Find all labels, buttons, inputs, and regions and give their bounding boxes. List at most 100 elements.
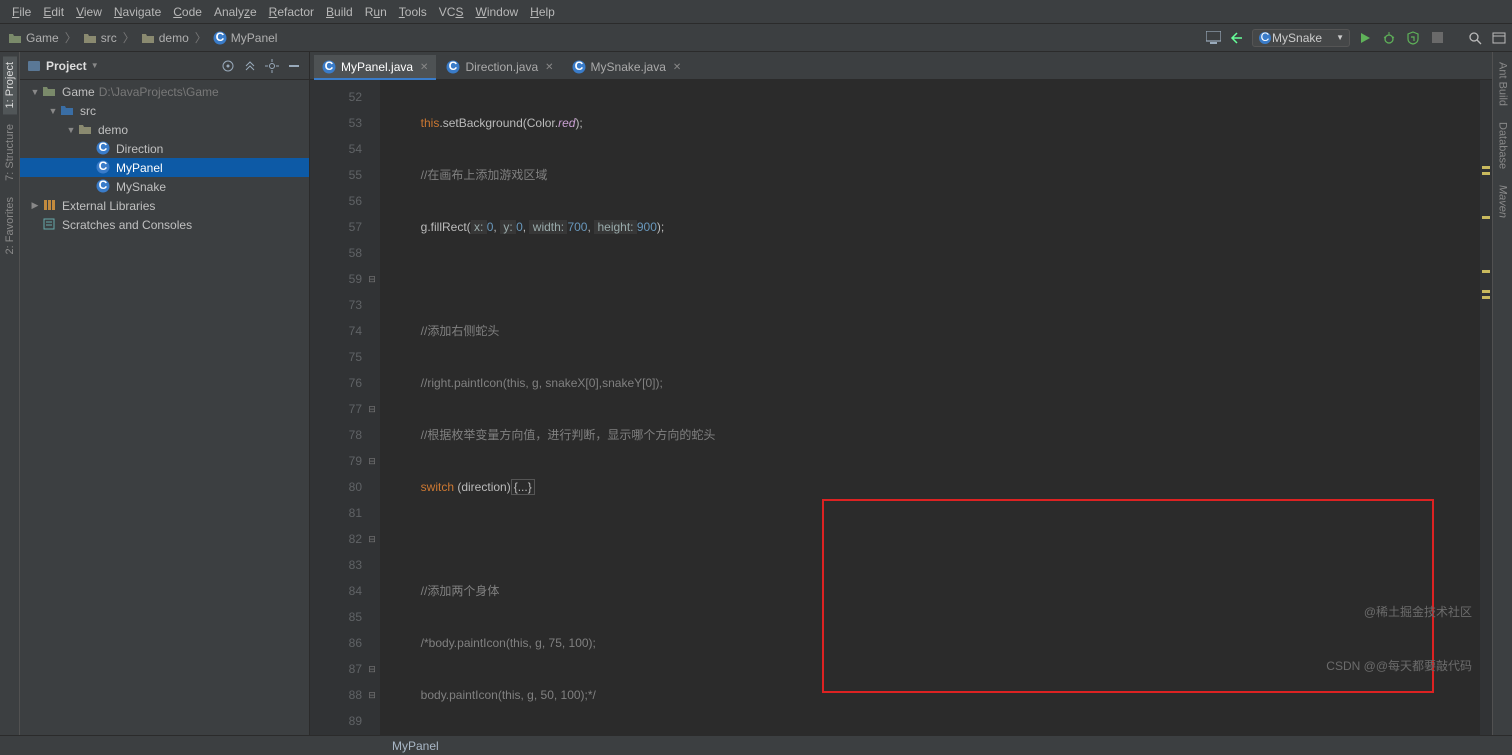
line-number[interactable]: 75 [310, 344, 362, 370]
error-stripe[interactable] [1480, 80, 1492, 735]
hide-icon[interactable] [285, 57, 303, 75]
sidetab-1-project[interactable]: 1: Project [3, 56, 17, 114]
project-tree[interactable]: ▼GameD:\JavaProjects\Game▼src▼demoCDirec… [20, 80, 309, 735]
browser-icon[interactable] [1490, 29, 1508, 47]
line-number[interactable]: 88 [310, 682, 362, 708]
stripe-mark[interactable] [1482, 290, 1490, 293]
stop-icon[interactable] [1428, 29, 1446, 47]
crumb-src[interactable]: src [79, 31, 121, 45]
menu-view[interactable]: View [70, 5, 108, 19]
menu-file[interactable]: File [6, 5, 37, 19]
run-icon[interactable] [1356, 29, 1374, 47]
back-icon[interactable] [1228, 29, 1246, 47]
stripe-mark[interactable] [1482, 172, 1490, 175]
run-config[interactable]: C MySnake ▼ [1252, 29, 1350, 47]
menu-run[interactable]: Run [359, 5, 393, 19]
bottom-crumb[interactable]: MyPanel [392, 739, 439, 753]
stripe-mark[interactable] [1482, 216, 1490, 219]
line-number[interactable]: 79 [310, 448, 362, 474]
debug-icon[interactable] [1380, 29, 1398, 47]
crumb-game[interactable]: Game [4, 31, 63, 45]
toolbar: C MySnake ▼ [1204, 29, 1508, 47]
chevron-down-icon[interactable]: ▼ [91, 61, 99, 70]
crumb-mypanel[interactable]: CMyPanel [209, 31, 282, 45]
line-number[interactable]: 55 [310, 162, 362, 188]
menu-navigate[interactable]: Navigate [108, 5, 167, 19]
line-number[interactable]: 84 [310, 578, 362, 604]
svg-text:C: C [1261, 31, 1270, 44]
line-number[interactable]: 74 [310, 318, 362, 344]
code-area[interactable]: this.setBackground(Color.red); //在画布上添加游… [380, 80, 1480, 735]
line-number[interactable]: 76 [310, 370, 362, 396]
tree-node-game[interactable]: ▼GameD:\JavaProjects\Game [20, 82, 309, 101]
expand-icon[interactable] [241, 57, 259, 75]
tree-node-external-libraries[interactable]: ▶External Libraries [20, 196, 309, 215]
stripe-mark[interactable] [1482, 166, 1490, 169]
sidetab-ant-build[interactable]: Ant Build [1496, 56, 1510, 112]
tab-mypanel-java[interactable]: CMyPanel.java✕ [314, 55, 436, 79]
fold-icon[interactable]: ⊟ [366, 533, 378, 545]
fold-icon[interactable]: ⊟ [366, 689, 378, 701]
crumb-demo[interactable]: demo [137, 31, 193, 45]
line-number[interactable]: 82 [310, 526, 362, 552]
fold-icon[interactable]: ⊟ [366, 403, 378, 415]
line-number[interactable]: 77 [310, 396, 362, 422]
sidetab-maven[interactable]: Maven [1496, 179, 1510, 224]
close-icon[interactable]: ✕ [673, 62, 681, 73]
line-number[interactable]: 52 [310, 84, 362, 110]
line-number[interactable]: 54 [310, 136, 362, 162]
menu-vcs[interactable]: VCS [433, 5, 470, 19]
stripe-mark[interactable] [1482, 296, 1490, 299]
sidetab-2-favorites[interactable]: 2: Favorites [3, 191, 17, 260]
menu-help[interactable]: Help [524, 5, 561, 19]
menu-refactor[interactable]: Refactor [263, 5, 320, 19]
line-number[interactable]: 73 [310, 292, 362, 318]
tree-node-mypanel[interactable]: CMyPanel [20, 158, 309, 177]
svg-text:C: C [449, 60, 458, 73]
target-icon[interactable] [219, 57, 237, 75]
line-number[interactable]: 86 [310, 630, 362, 656]
sidetab-7-structure[interactable]: 7: Structure [3, 118, 17, 187]
fold-icon[interactable]: ⊟ [366, 273, 378, 285]
line-number[interactable]: 57 [310, 214, 362, 240]
line-number[interactable]: 59 [310, 266, 362, 292]
line-number[interactable]: 78 [310, 422, 362, 448]
line-number[interactable]: 58 [310, 240, 362, 266]
left-gutter: 1: Project 7: Structure 2: Favorites [0, 52, 20, 735]
tree-node-demo[interactable]: ▼demo [20, 120, 309, 139]
line-number[interactable]: 87 [310, 656, 362, 682]
line-number[interactable]: 89 [310, 708, 362, 734]
menu-build[interactable]: Build [320, 5, 359, 19]
device-icon[interactable] [1204, 29, 1222, 47]
tab-mysnake-java[interactable]: CMySnake.java✕ [564, 55, 690, 79]
svg-text:C: C [99, 179, 108, 192]
fold-icon[interactable]: ⊟ [366, 455, 378, 467]
coverage-icon[interactable] [1404, 29, 1422, 47]
menu-tools[interactable]: Tools [393, 5, 433, 19]
menu-analyze[interactable]: Analyze [208, 5, 263, 19]
menu-edit[interactable]: Edit [37, 5, 70, 19]
line-number[interactable]: 53 [310, 110, 362, 136]
tree-node-direction[interactable]: CDirection [20, 139, 309, 158]
sidetab-database[interactable]: Database [1496, 116, 1510, 175]
stripe-mark[interactable] [1482, 270, 1490, 273]
tree-node-scratches-and-consoles[interactable]: Scratches and Consoles [20, 215, 309, 234]
right-gutter: Ant Build Database Maven [1492, 52, 1512, 735]
gear-icon[interactable] [263, 57, 281, 75]
line-number[interactable]: 83 [310, 552, 362, 578]
line-number[interactable]: 85 [310, 604, 362, 630]
editor: CMyPanel.java✕CDirection.java✕CMySnake.j… [310, 52, 1492, 735]
close-icon[interactable]: ✕ [420, 62, 428, 73]
close-icon[interactable]: ✕ [545, 62, 553, 73]
menubar: File Edit View Navigate Code Analyze Ref… [0, 0, 1512, 24]
search-icon[interactable] [1466, 29, 1484, 47]
tab-direction-java[interactable]: CDirection.java✕ [438, 55, 561, 79]
fold-icon[interactable]: ⊟ [366, 663, 378, 675]
line-number[interactable]: 81 [310, 500, 362, 526]
tree-node-mysnake[interactable]: CMySnake [20, 177, 309, 196]
line-number[interactable]: 80 [310, 474, 362, 500]
menu-code[interactable]: Code [167, 5, 208, 19]
menu-window[interactable]: Window [469, 5, 524, 19]
tree-node-src[interactable]: ▼src [20, 101, 309, 120]
line-number[interactable]: 56 [310, 188, 362, 214]
